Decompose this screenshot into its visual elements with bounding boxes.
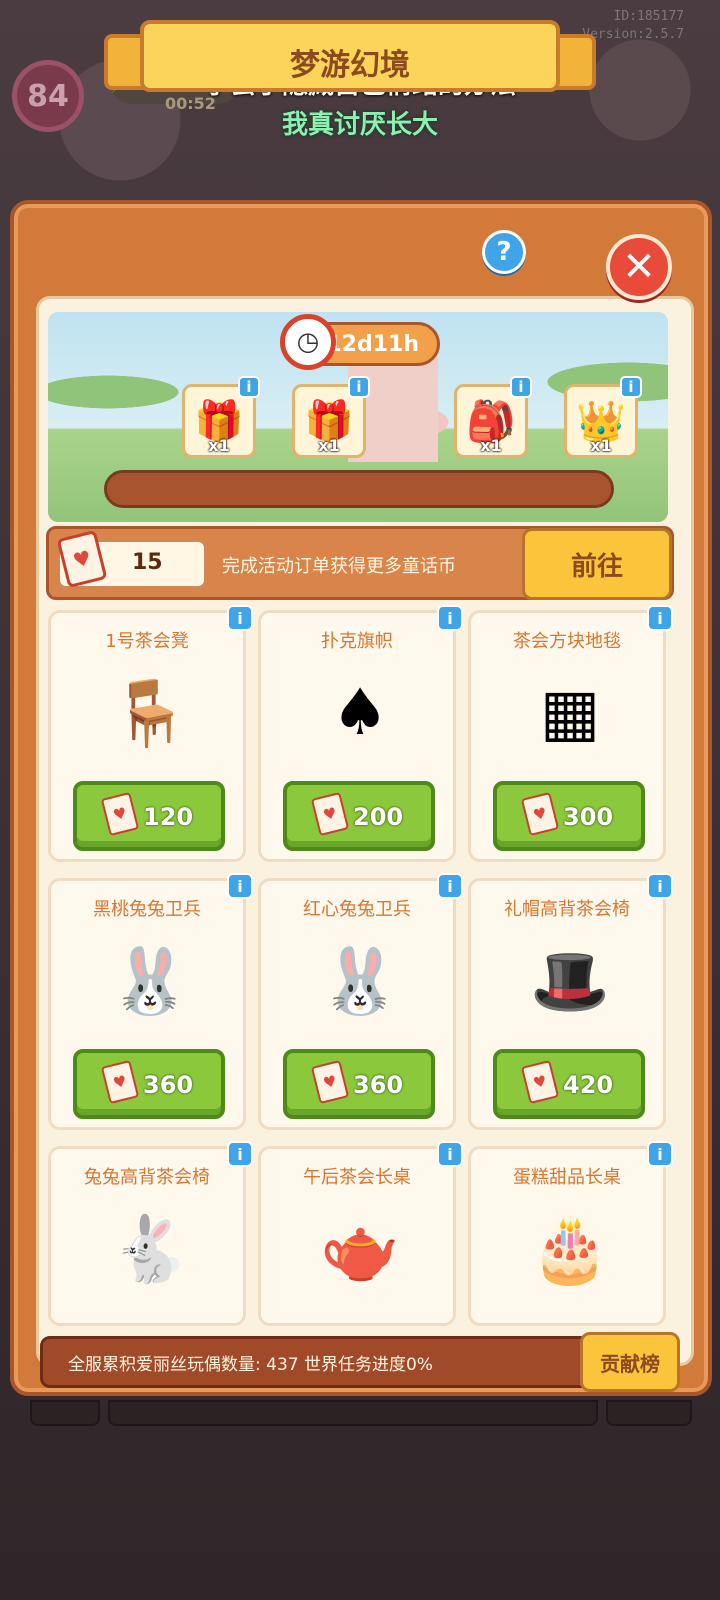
heart-card-icon: ♥ bbox=[310, 1059, 350, 1105]
currency-amount: 15 bbox=[132, 550, 163, 575]
bottom-tab-bar bbox=[0, 1400, 720, 1430]
shop-item[interactable]: 茶会方块地毯 ▦ ♥ 300 i bbox=[468, 605, 673, 862]
item-info-button[interactable]: i bbox=[647, 605, 673, 631]
shop-item-name: 扑克旗帜 bbox=[321, 631, 393, 652]
shop-item[interactable]: 黑桃兔兔卫兵 🐰 ♥ 360 i bbox=[48, 873, 253, 1130]
item-info-button[interactable]: i bbox=[647, 873, 673, 899]
shop-item[interactable]: 午后茶会长桌 🫖 i bbox=[258, 1141, 463, 1326]
shop-item[interactable]: 红心兔兔卫兵 🐰 ♥ 360 i bbox=[258, 873, 463, 1130]
reward-info-button[interactable]: i bbox=[238, 376, 260, 398]
event-time-left: 12d11h bbox=[326, 331, 419, 357]
heart-stool-icon: 🪑 bbox=[110, 676, 190, 751]
clock-icon: ◷ bbox=[280, 314, 336, 370]
shop-item[interactable]: 1号茶会凳 🪑 ♥ 120 i bbox=[48, 605, 253, 862]
help-button[interactable]: ? bbox=[482, 230, 526, 274]
buy-button[interactable]: ♥ 300 bbox=[493, 781, 645, 851]
buy-button[interactable]: ♥ 420 bbox=[493, 1049, 645, 1119]
close-icon: ✕ bbox=[622, 244, 656, 290]
bottom-tab[interactable] bbox=[606, 1400, 692, 1426]
price-value: 300 bbox=[563, 803, 614, 831]
reward-count: x1 bbox=[590, 436, 612, 455]
shop-item-name: 红心兔兔卫兵 bbox=[303, 899, 411, 920]
shop-item-name: 茶会方块地毯 bbox=[513, 631, 621, 652]
price-value: 120 bbox=[143, 803, 194, 831]
contribution-rank-button[interactable]: 贡献榜 bbox=[580, 1332, 680, 1392]
price-value: 420 bbox=[563, 1071, 614, 1099]
subtitle-line-2: 我真讨厌长大 bbox=[281, 110, 438, 140]
checker-rug-icon: ▦ bbox=[539, 676, 601, 750]
bunny-guard-icon: 🐰 bbox=[320, 944, 400, 1019]
buy-button[interactable]: ♥ 200 bbox=[283, 781, 435, 851]
price-value: 360 bbox=[353, 1071, 404, 1099]
goto-button[interactable]: 前往 bbox=[522, 528, 672, 600]
question-icon: ? bbox=[496, 237, 512, 267]
bottom-tab[interactable] bbox=[30, 1400, 100, 1426]
version-label: Version:2.5.7 bbox=[582, 27, 684, 42]
buy-button[interactable]: ♥ 120 bbox=[73, 781, 225, 851]
buy-button[interactable]: ♥ 360 bbox=[73, 1049, 225, 1119]
bottom-tab[interactable] bbox=[108, 1400, 598, 1426]
shop-item[interactable]: 兔兔高背茶会椅 🐇 i bbox=[48, 1141, 253, 1326]
cake-table-icon: 🎂 bbox=[530, 1212, 610, 1287]
shop-item-name: 1号茶会凳 bbox=[105, 631, 189, 652]
shop-item-name: 礼帽高背茶会椅 bbox=[504, 899, 630, 920]
player-id: ID:185177 bbox=[613, 9, 684, 24]
item-info-button[interactable]: i bbox=[647, 1141, 673, 1167]
item-info-button[interactable]: i bbox=[437, 1141, 463, 1167]
title-ribbon: 梦游幻境 bbox=[140, 20, 560, 92]
panel-title: 梦游幻境 bbox=[290, 48, 410, 83]
reward-info-button[interactable]: i bbox=[620, 376, 642, 398]
event-progress-bar bbox=[104, 470, 614, 508]
reward-count: x1 bbox=[318, 436, 340, 455]
close-button[interactable]: ✕ bbox=[606, 234, 672, 300]
shop-item[interactable]: 礼帽高背茶会椅 🎩 ♥ 420 i bbox=[468, 873, 673, 1130]
item-info-button[interactable]: i bbox=[227, 1141, 253, 1167]
reward-count: x1 bbox=[480, 436, 502, 455]
shop-item[interactable]: 扑克旗帜 ♠ ♥ 200 i bbox=[258, 605, 463, 862]
item-info-button[interactable]: i bbox=[227, 873, 253, 899]
reward-info-button[interactable]: i bbox=[510, 376, 532, 398]
build-info: ID:185177 Version:2.5.7 bbox=[582, 8, 684, 44]
reward-count: x1 bbox=[208, 436, 230, 455]
heart-card-icon: ♥ bbox=[310, 791, 350, 837]
reward-info-button[interactable]: i bbox=[348, 376, 370, 398]
price-value: 200 bbox=[353, 803, 404, 831]
heart-card-icon: ♥ bbox=[520, 1059, 560, 1105]
shop-item-name: 兔兔高背茶会椅 bbox=[84, 1167, 210, 1188]
bunny-chair-icon: 🐇 bbox=[110, 1212, 190, 1287]
poker-banner-icon: ♠ bbox=[331, 676, 389, 750]
shop-item[interactable]: 蛋糕甜品长桌 🎂 i bbox=[468, 1141, 673, 1326]
bunny-guard-icon: 🐰 bbox=[110, 944, 190, 1019]
item-info-button[interactable]: i bbox=[437, 873, 463, 899]
shop-item-name: 蛋糕甜品长桌 bbox=[513, 1167, 621, 1188]
shop-item-name: 黑桃兔兔卫兵 bbox=[93, 899, 201, 920]
tea-table-icon: 🫖 bbox=[320, 1212, 400, 1287]
price-value: 360 bbox=[143, 1071, 194, 1099]
heart-card-icon: ♥ bbox=[100, 791, 140, 837]
heart-card-icon: ♥ bbox=[520, 791, 560, 837]
heart-card-icon: ♥ bbox=[100, 1059, 140, 1105]
tophat-chair-icon: 🎩 bbox=[530, 944, 610, 1019]
item-info-button[interactable]: i bbox=[437, 605, 463, 631]
item-info-button[interactable]: i bbox=[227, 605, 253, 631]
currency-hint: 完成活动订单获得更多童话币 bbox=[222, 556, 456, 577]
shop-item-name: 午后茶会长桌 bbox=[303, 1167, 411, 1188]
buy-button[interactable]: ♥ 360 bbox=[283, 1049, 435, 1119]
server-stats-text: 全服累积爱丽丝玩偶数量: 437 世界任务进度0% bbox=[68, 1355, 433, 1375]
